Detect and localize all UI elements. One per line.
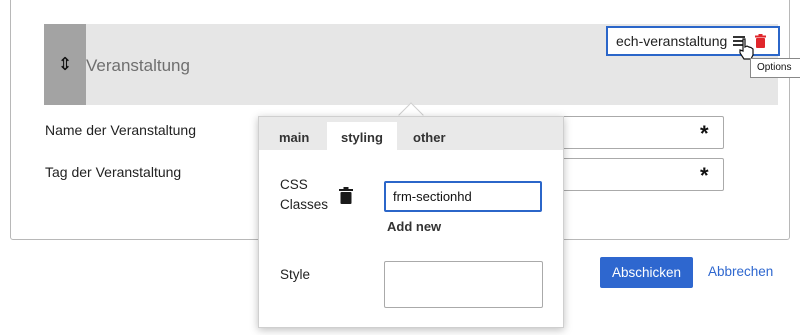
trash-icon[interactable] xyxy=(755,34,767,48)
options-tooltip: Options xyxy=(750,58,800,78)
tab-styling[interactable]: styling xyxy=(327,122,397,150)
section-key-label: ech-veranstaltung xyxy=(616,33,728,49)
pointer-hand-icon xyxy=(739,38,754,60)
css-classes-label: CSS Classes xyxy=(280,177,329,212)
tab-other[interactable]: other xyxy=(399,122,460,150)
required-marker: * xyxy=(700,163,709,188)
popover-tab-bar: main styling other xyxy=(259,117,563,150)
css-classes-input[interactable]: frm-sectionhd xyxy=(384,181,542,212)
tab-main[interactable]: main xyxy=(265,122,323,150)
style-textarea[interactable] xyxy=(384,261,543,308)
style-label: Style xyxy=(280,267,311,282)
add-new-link[interactable]: Add new xyxy=(387,219,441,234)
field-label-date: Tag der Veranstaltung xyxy=(45,164,182,180)
required-marker: * xyxy=(700,121,709,146)
trash-icon[interactable] xyxy=(339,187,353,204)
submit-button[interactable]: Abschicken xyxy=(600,257,693,288)
section-title: Veranstaltung xyxy=(86,56,190,75)
styling-popover: main styling other CSS Classes frm-secti… xyxy=(258,116,564,328)
field-label-name: Name der Veranstaltung xyxy=(45,122,196,138)
drag-handle-icon[interactable]: ⇕ xyxy=(44,24,86,105)
cancel-link[interactable]: Abbrechen xyxy=(708,264,773,279)
